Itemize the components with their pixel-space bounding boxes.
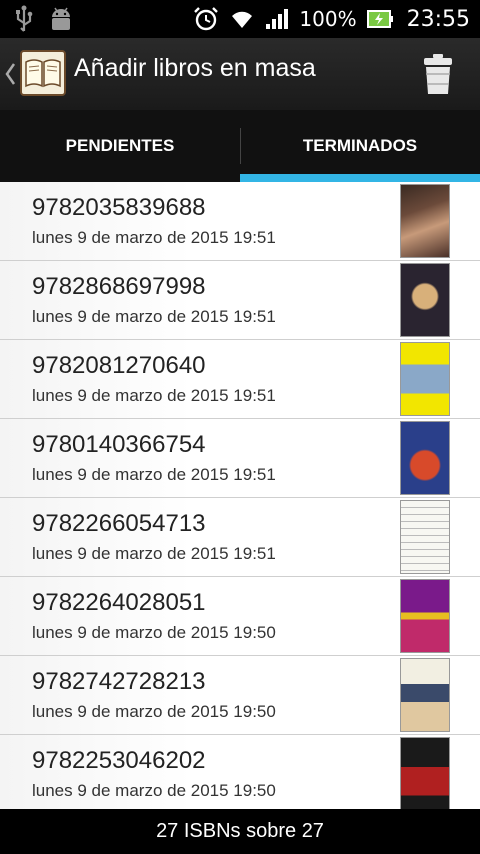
isbn-list[interactable]: 9782035839688 lunes 9 de marzo de 2015 1… [0,182,480,809]
date-text: lunes 9 de marzo de 2015 19:51 [32,386,276,405]
action-bar: Añadir libros en masa [0,38,480,110]
date-text: lunes 9 de marzo de 2015 19:51 [32,465,276,484]
selected-tab-indicator [240,174,480,182]
isbn-text: 9780140366754 [32,431,206,458]
list-item[interactable]: 9782868697998 lunes 9 de marzo de 2015 1… [0,261,480,340]
isbn-text: 9782035839688 [32,194,206,221]
tab-pendientes[interactable]: PENDIENTES [0,110,240,182]
isbn-text: 9782266054713 [32,510,206,537]
isbn-text: 9782742728213 [32,668,206,695]
signal-icon [266,9,289,29]
book-cover-thumbnail [400,184,450,258]
date-text: lunes 9 de marzo de 2015 19:51 [32,544,276,563]
book-cover-thumbnail [400,500,450,574]
list-item[interactable]: 9782742728213 lunes 9 de marzo de 2015 1… [0,656,480,735]
battery-percent: 100% [299,7,357,31]
isbn-count-text: 27 ISBNs sobre 27 [156,820,324,842]
tab-terminados[interactable]: TERMINADOS [240,110,480,182]
date-text: lunes 9 de marzo de 2015 19:50 [32,781,276,800]
date-text: lunes 9 de marzo de 2015 19:51 [32,307,276,326]
list-item[interactable]: 9780140366754 lunes 9 de marzo de 2015 1… [0,419,480,498]
isbn-text: 9782081270640 [32,352,206,379]
book-cover-thumbnail [400,263,450,337]
date-text: lunes 9 de marzo de 2015 19:50 [32,623,276,642]
book-cover-thumbnail [400,421,450,495]
alarm-icon [194,7,219,31]
android-debug-icon [52,7,70,30]
list-item[interactable]: 9782253046202 lunes 9 de marzo de 2015 1… [0,735,480,809]
book-cover-thumbnail [400,737,450,809]
battery-charging-icon [366,10,393,28]
isbn-text: 9782253046202 [32,747,206,774]
status-bar: 100% 23:55 [0,0,480,38]
clock: 23:55 [406,6,470,32]
page-title: Añadir libros en masa [74,54,316,82]
list-item[interactable]: 9782081270640 lunes 9 de marzo de 2015 1… [0,340,480,419]
tab-divider [240,128,241,164]
book-cover-thumbnail [400,342,450,416]
list-item[interactable]: 9782266054713 lunes 9 de marzo de 2015 1… [0,498,480,577]
wifi-icon [232,11,253,28]
date-text: lunes 9 de marzo de 2015 19:51 [32,228,276,247]
usb-icon [16,5,33,32]
book-cover-thumbnail [400,579,450,653]
list-item[interactable]: 9782035839688 lunes 9 de marzo de 2015 1… [0,182,480,261]
book-app-icon[interactable] [20,50,66,96]
isbn-count-bar: 27 ISBNs sobre 27 [0,809,480,854]
up-caret-icon[interactable] [4,60,16,88]
isbn-text: 9782868697998 [32,273,206,300]
date-text: lunes 9 de marzo de 2015 19:50 [32,702,276,721]
trash-icon[interactable] [420,52,456,96]
book-cover-thumbnail [400,658,450,732]
list-item[interactable]: 9782264028051 lunes 9 de marzo de 2015 1… [0,577,480,656]
isbn-text: 9782264028051 [32,589,206,616]
